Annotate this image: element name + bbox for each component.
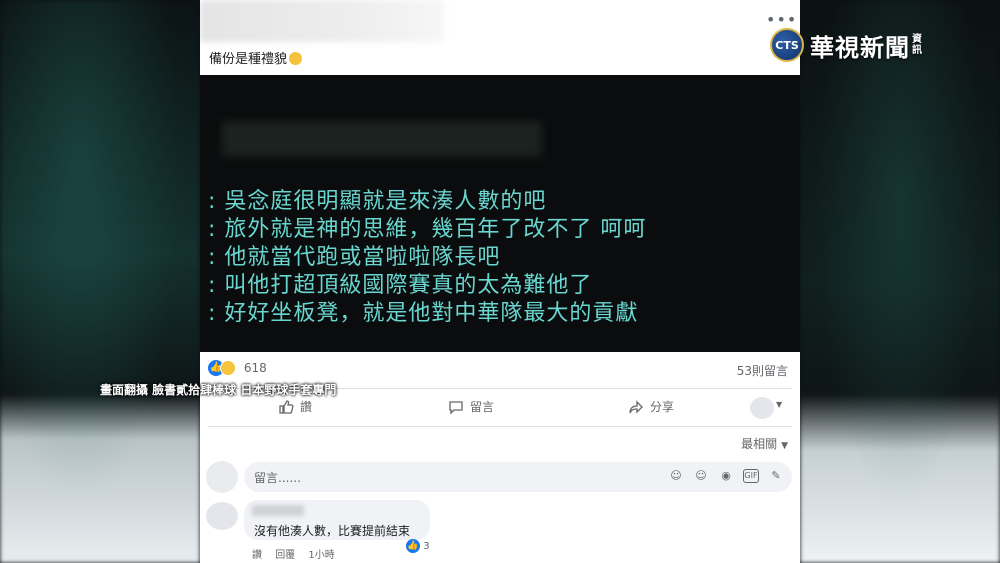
comment-input[interactable]: 留言...... ☺ ☺ ◉ GIF ✎ (244, 462, 792, 492)
share-button-label: 分享 (650, 400, 675, 414)
source-caption: 畫面翻攝 臉書貳拾肆棒球 日本野球手套專門 (100, 383, 337, 397)
comment-sort-dropdown[interactable]: 最相關 ▼ (741, 435, 788, 452)
cts-logo-icon: CTS (770, 28, 804, 62)
sticker-icon[interactable]: ✎ (768, 468, 784, 484)
comment-button-label: 留言 (470, 400, 495, 414)
share-arrow-icon (629, 399, 643, 414)
comment-time[interactable]: 1小時 (308, 550, 334, 561)
like-button-label: 讚 (300, 400, 313, 414)
comment-reaction-summary[interactable]: 👍 3 (406, 539, 430, 553)
blurred-author-header (200, 0, 444, 42)
comments-count-link[interactable]: 53則留言 (737, 362, 788, 379)
commenter-avatar[interactable] (206, 502, 238, 530)
quote-line: : 吳念庭很明顯就是來湊人數的吧 (208, 189, 547, 214)
comment-like-link[interactable]: 讚 (252, 550, 262, 561)
composer-tools: ☺ ☺ ◉ GIF ✎ (668, 468, 784, 484)
divider (208, 426, 792, 427)
like-button[interactable]: 讚 (278, 398, 312, 415)
cts-logo-side-top: 資 (912, 34, 922, 45)
quote-line: : 旅外就是神的思維，幾百年了改不了 呵呵 (208, 217, 647, 242)
haha-reaction-icon (220, 360, 236, 376)
quote-line: : 他就當代跑或當啦啦隊長吧 (208, 245, 501, 270)
blurred-background-right (800, 0, 1000, 563)
gif-icon[interactable]: GIF (743, 469, 759, 483)
blurred-background-left (0, 0, 200, 563)
thumbs-up-icon (279, 399, 294, 414)
cts-news-logo: CTS 華視新聞 資 訊 (770, 26, 922, 64)
comment-button[interactable]: 留言 (448, 398, 494, 415)
post-header: ••• (200, 0, 800, 44)
reaction-summary[interactable]: 👍 618 (208, 360, 267, 380)
quote-line: : 好好坐板凳，就是他對中華隊最大的貢獻 (208, 301, 639, 326)
facebook-post-card: ••• 備份是種禮貌 : 吳念庭很明顯就是來湊人數的吧 : 旅外就是神的思維，幾… (200, 0, 800, 563)
user-avatar (206, 461, 238, 493)
comment-bubble-icon (449, 400, 463, 415)
share-button[interactable]: 分享 (628, 398, 674, 415)
comment-sort-label: 最相關 (741, 437, 778, 451)
quote-line: : 叫他打超頂級國際賽真的太為難他了 (208, 273, 593, 298)
emoji-icon[interactable]: ☺ (693, 468, 709, 484)
comment-reaction-count: 3 (423, 541, 430, 552)
comment-reply-link[interactable]: 回覆 (275, 550, 295, 561)
flushed-face-icon (289, 52, 303, 65)
post-caption: 備份是種禮貌 (209, 48, 303, 67)
audience-avatar[interactable] (750, 397, 774, 419)
post-caption-text: 備份是種禮貌 (209, 52, 288, 67)
cts-logo-side-bottom: 訊 (912, 45, 922, 56)
comment-meta: 讚 回覆 1小時 (252, 546, 345, 561)
reaction-count: 618 (243, 361, 267, 375)
avatar-sticker-icon[interactable]: ☺ (668, 468, 684, 484)
comment-bubble: 沒有他湊人數，比賽提前結束 (244, 500, 430, 540)
quote-lines: : 吳念庭很明顯就是來湊人數的吧 : 旅外就是神的思維，幾百年了改不了 呵呵 :… (208, 188, 646, 328)
blurred-comment-author (252, 505, 304, 516)
chevron-down-icon[interactable]: ▼ (776, 400, 782, 409)
caret-down-icon: ▼ (781, 441, 788, 451)
like-reaction-icon: 👍 (406, 539, 420, 553)
post-image[interactable]: : 吳念庭很明顯就是來湊人數的吧 : 旅外就是神的思維，幾百年了改不了 呵呵 :… (200, 75, 800, 352)
comment-text: 沒有他湊人數，比賽提前結束 (254, 524, 411, 538)
cts-logo-side: 資 訊 (912, 34, 922, 56)
comment-input-placeholder: 留言...... (254, 471, 301, 485)
blurred-image-title (222, 121, 542, 157)
cts-logo-name: 華視新聞 (810, 33, 910, 62)
camera-icon[interactable]: ◉ (718, 468, 734, 484)
